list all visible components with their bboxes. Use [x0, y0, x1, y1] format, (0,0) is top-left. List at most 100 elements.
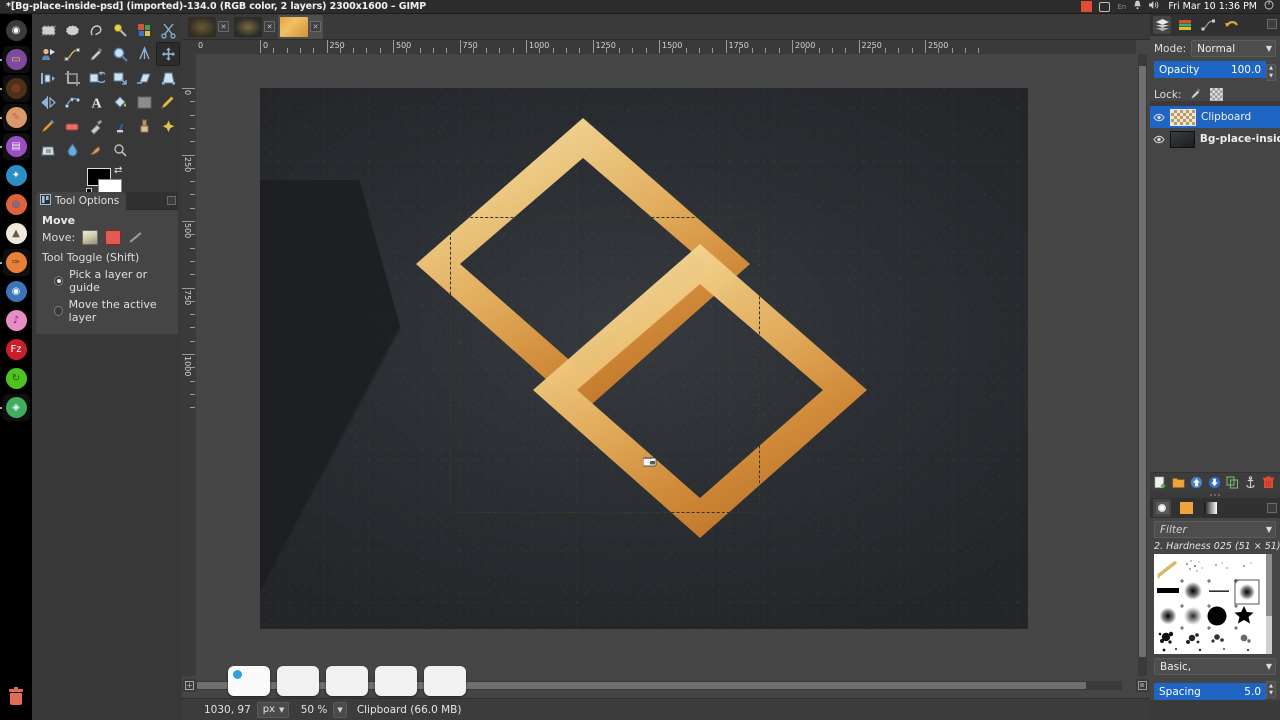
clone-tool[interactable] — [132, 114, 156, 138]
perspective-clone-tool[interactable] — [36, 138, 60, 162]
workspace-thumb-1[interactable] — [228, 666, 270, 696]
tab-layers[interactable] — [1153, 16, 1171, 34]
spacing-slider[interactable]: Spacing 5.0 — [1154, 683, 1266, 700]
bell-icon[interactable] — [1133, 0, 1142, 13]
brush-preset-select[interactable]: Basic, ▼ — [1154, 658, 1276, 675]
volume-icon[interactable] — [1149, 0, 1161, 13]
ubuntu-logo-icon[interactable]: ◉ — [3, 17, 30, 44]
image-tab-2-close-icon[interactable]: ✕ — [264, 21, 275, 32]
crop-tool[interactable] — [60, 66, 84, 90]
smudge-tool[interactable] — [84, 138, 108, 162]
vertical-ruler[interactable]: 0 250 500 750 1000 — [182, 54, 196, 676]
airbrush-tool[interactable] — [84, 114, 108, 138]
workspace-thumb-2[interactable] — [277, 666, 319, 696]
unit-selector[interactable]: px ▼ — [256, 701, 290, 718]
paintbrush-tool[interactable] — [36, 114, 60, 138]
inkscape-icon[interactable]: ✑ — [0, 249, 30, 276]
gradient-tool[interactable] — [132, 90, 156, 114]
select-by-color-tool[interactable] — [132, 18, 156, 42]
zoom-tool[interactable] — [108, 42, 132, 66]
ellipse-select-tool[interactable] — [60, 18, 84, 42]
opacity-slider[interactable]: Opacity 100.0 — [1154, 61, 1266, 78]
paths-tool[interactable] — [60, 42, 84, 66]
workspace-thumb-5[interactable] — [424, 666, 466, 696]
layer-row[interactable]: Clipboard — [1150, 106, 1280, 128]
workspace-thumb-4[interactable] — [375, 666, 417, 696]
files-icon[interactable]: ▭ — [0, 46, 30, 73]
ruler-corner[interactable] — [182, 40, 196, 54]
new-layer-group-button[interactable] — [1171, 476, 1185, 490]
tab-channels[interactable] — [1176, 16, 1194, 34]
image-tab-2[interactable]: ✕ — [232, 15, 277, 39]
blur-sharpen-tool[interactable] — [60, 138, 84, 162]
layer-visibility-icon[interactable] — [1153, 111, 1165, 123]
image-tab-3-close-icon[interactable]: ✕ — [310, 21, 321, 32]
shear-tool[interactable] — [132, 66, 156, 90]
flip-tool[interactable] — [36, 90, 60, 114]
document-viewer-icon[interactable]: ▤ — [0, 133, 30, 160]
tool-options-menu-button[interactable] — [167, 196, 176, 205]
tab-paths[interactable] — [1199, 16, 1217, 34]
clock[interactable]: Fri Mar 10 1:36 PM — [1168, 1, 1257, 12]
color-picker-tool[interactable] — [84, 42, 108, 66]
image-tab-1-close-icon[interactable]: ✕ — [218, 21, 229, 32]
tab-gradients[interactable] — [1201, 499, 1219, 517]
music-icon[interactable]: ♪ — [3, 307, 30, 334]
layer-row[interactable]: Bg-place-insid — [1150, 128, 1280, 150]
layer-visibility-icon[interactable] — [1153, 133, 1165, 145]
spacing-stepper[interactable]: ▲ ▼ — [1266, 681, 1276, 698]
chrome-icon[interactable]: ◎ — [0, 75, 30, 102]
foreground-select-tool[interactable] — [36, 42, 60, 66]
horizontal-ruler[interactable]: 0 0 250 500 750 1000 1250 1500 1750 2000 2250 2500 — [196, 40, 1136, 54]
align-tool[interactable] — [36, 66, 60, 90]
trash-icon[interactable] — [3, 683, 30, 710]
lock-pixels-icon[interactable] — [1189, 88, 1202, 101]
brush-grid-scrollbar[interactable] — [1266, 554, 1272, 654]
image-tab-3[interactable]: ✕ — [278, 14, 323, 39]
rotate-tool[interactable] — [84, 66, 108, 90]
teamviewer-icon[interactable]: ↻ — [3, 365, 30, 392]
software-center-icon[interactable]: ◈ — [0, 394, 30, 421]
zoom-selector[interactable]: ▼ — [333, 701, 347, 718]
display-icon[interactable] — [1099, 1, 1111, 12]
keyboard-layout-icon[interactable]: En — [1117, 3, 1126, 11]
image-canvas[interactable] — [196, 54, 1136, 676]
swap-colors-icon[interactable]: ⇄ — [114, 165, 122, 176]
vertical-scrollbar[interactable] — [1138, 54, 1147, 676]
scale-tool[interactable] — [108, 66, 132, 90]
tab-tool-options[interactable]: Tool Options — [36, 191, 127, 210]
shutter-icon[interactable]: ◉ — [3, 278, 30, 305]
office-suite-icon[interactable]: ✦ — [3, 162, 30, 189]
raise-layer-button[interactable] — [1189, 476, 1203, 490]
radio-pick-layer-or-guide[interactable] — [54, 276, 64, 286]
workspace-thumb-3[interactable] — [326, 666, 368, 696]
option-pick-layer-or-guide[interactable]: Pick a layer or guide — [42, 268, 172, 294]
dodge-burn-tool[interactable] — [108, 138, 132, 162]
vertical-scrollbar-thumb[interactable] — [1139, 66, 1146, 658]
gimp-icon[interactable]: ▲ — [3, 220, 30, 247]
option-move-active-layer[interactable]: Move the active layer — [42, 298, 172, 324]
move-path-icon[interactable] — [128, 230, 144, 245]
image-tab-1[interactable]: ✕ — [186, 15, 231, 39]
heal-tool[interactable] — [156, 114, 180, 138]
move-tool[interactable] — [156, 42, 180, 66]
firefox-icon[interactable]: ◍ — [3, 191, 30, 218]
pencil-tool[interactable] — [156, 90, 180, 114]
radio-move-active-layer[interactable] — [54, 306, 63, 316]
filezilla-icon[interactable]: Fz — [3, 336, 30, 363]
brushes-dock-menu-button[interactable] — [1267, 503, 1277, 513]
ink-tool[interactable] — [108, 114, 132, 138]
cage-transform-tool[interactable] — [60, 90, 84, 114]
anchor-layer-button[interactable] — [1243, 476, 1257, 490]
move-layer-icon[interactable] — [82, 230, 99, 245]
brush-grid[interactable] — [1154, 554, 1272, 654]
lower-layer-button[interactable] — [1207, 476, 1221, 490]
scissors-select-tool[interactable] — [156, 18, 180, 42]
tab-undo-history[interactable] — [1222, 16, 1240, 34]
text-tool[interactable]: A — [84, 90, 108, 114]
tab-patterns[interactable] — [1177, 499, 1195, 517]
layers-dock-menu-button[interactable] — [1267, 19, 1277, 29]
delete-layer-button[interactable] — [1261, 476, 1275, 490]
bucket-fill-tool[interactable] — [108, 90, 132, 114]
brush-filter-input[interactable]: Filter ▼ — [1154, 521, 1276, 538]
